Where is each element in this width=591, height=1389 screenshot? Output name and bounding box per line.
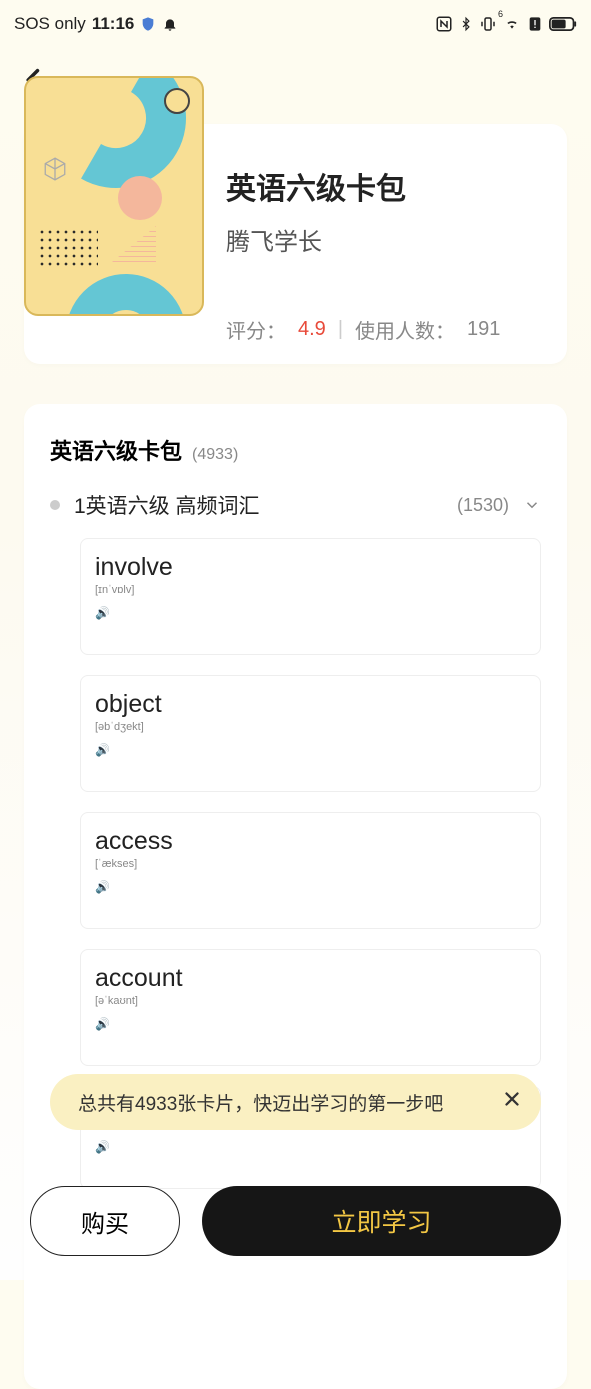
word-text: object bbox=[95, 690, 526, 719]
battery-icon bbox=[549, 16, 577, 32]
section-row[interactable]: 1英语六级 高频词汇 (1530) bbox=[50, 490, 541, 520]
word-text: involve bbox=[95, 553, 526, 582]
status-bar: SOS only 11:16 6 bbox=[0, 0, 591, 48]
alert-icon bbox=[527, 16, 543, 32]
wifi-icon: 6 bbox=[503, 17, 521, 31]
word-card[interactable]: involve [ɪnˈvɒlv] 🔊 bbox=[80, 538, 541, 655]
users-label: 使用人数： bbox=[355, 315, 455, 344]
clock-text: 11:16 bbox=[92, 14, 135, 34]
audio-icon[interactable]: 🔊 bbox=[95, 880, 526, 894]
users-value: 191 bbox=[467, 318, 500, 341]
chevron-down-icon bbox=[523, 496, 541, 514]
word-card[interactable]: access [ˈækses] 🔊 bbox=[80, 812, 541, 929]
study-button-label: 立即学习 bbox=[331, 1203, 431, 1239]
audio-icon[interactable]: 🔊 bbox=[95, 606, 526, 620]
audio-icon[interactable]: 🔊 bbox=[95, 1017, 526, 1031]
section-dot-icon bbox=[50, 500, 60, 510]
carrier-text: SOS only bbox=[14, 14, 86, 34]
ipa-text: [ˈækses] bbox=[95, 858, 526, 870]
ipa-text: [ɪnˈvɒlv] bbox=[95, 584, 526, 596]
word-text: account bbox=[95, 964, 526, 993]
panel-title: 英语六级卡包 bbox=[50, 434, 182, 466]
section-title: 1英语六级 高频词汇 bbox=[74, 490, 443, 520]
vibrate-icon bbox=[479, 15, 497, 33]
close-icon[interactable] bbox=[501, 1088, 523, 1116]
bluetooth-icon bbox=[459, 15, 473, 33]
rating-label: 评分： bbox=[226, 315, 286, 344]
deck-cover-image bbox=[24, 76, 204, 316]
section-count: (1530) bbox=[457, 495, 509, 516]
buy-button[interactable]: 购买 bbox=[30, 1186, 180, 1256]
bell-icon bbox=[162, 16, 178, 32]
study-button[interactable]: 立即学习 bbox=[202, 1186, 561, 1256]
deck-hero-card: 英语六级卡包 腾飞学长 评分： 4.9 | 使用人数： 191 bbox=[24, 124, 567, 364]
ipa-text: [əbˈdʒekt] bbox=[95, 721, 526, 733]
buy-button-label: 购买 bbox=[81, 1204, 129, 1239]
word-card[interactable]: account [əˈkaʊnt] 🔊 bbox=[80, 949, 541, 1066]
toast-text: 总共有4933张卡片，快迈出学习的第一步吧 bbox=[78, 1089, 443, 1116]
shield-icon bbox=[140, 16, 156, 32]
deck-title: 英语六级卡包 bbox=[226, 164, 547, 208]
nfc-icon bbox=[435, 15, 453, 33]
ipa-text: [əˈkaʊnt] bbox=[95, 995, 526, 1007]
hint-toast: 总共有4933张卡片，快迈出学习的第一步吧 bbox=[50, 1074, 541, 1130]
word-text: access bbox=[95, 827, 526, 856]
meta-divider: | bbox=[338, 318, 343, 341]
rating-value: 4.9 bbox=[298, 318, 326, 341]
audio-icon[interactable]: 🔊 bbox=[95, 743, 526, 757]
deck-author: 腾飞学长 bbox=[226, 222, 547, 257]
audio-icon[interactable]: 🔊 bbox=[95, 1140, 526, 1154]
panel-total: (4933) bbox=[192, 446, 238, 464]
word-card[interactable]: object [əbˈdʒekt] 🔊 bbox=[80, 675, 541, 792]
